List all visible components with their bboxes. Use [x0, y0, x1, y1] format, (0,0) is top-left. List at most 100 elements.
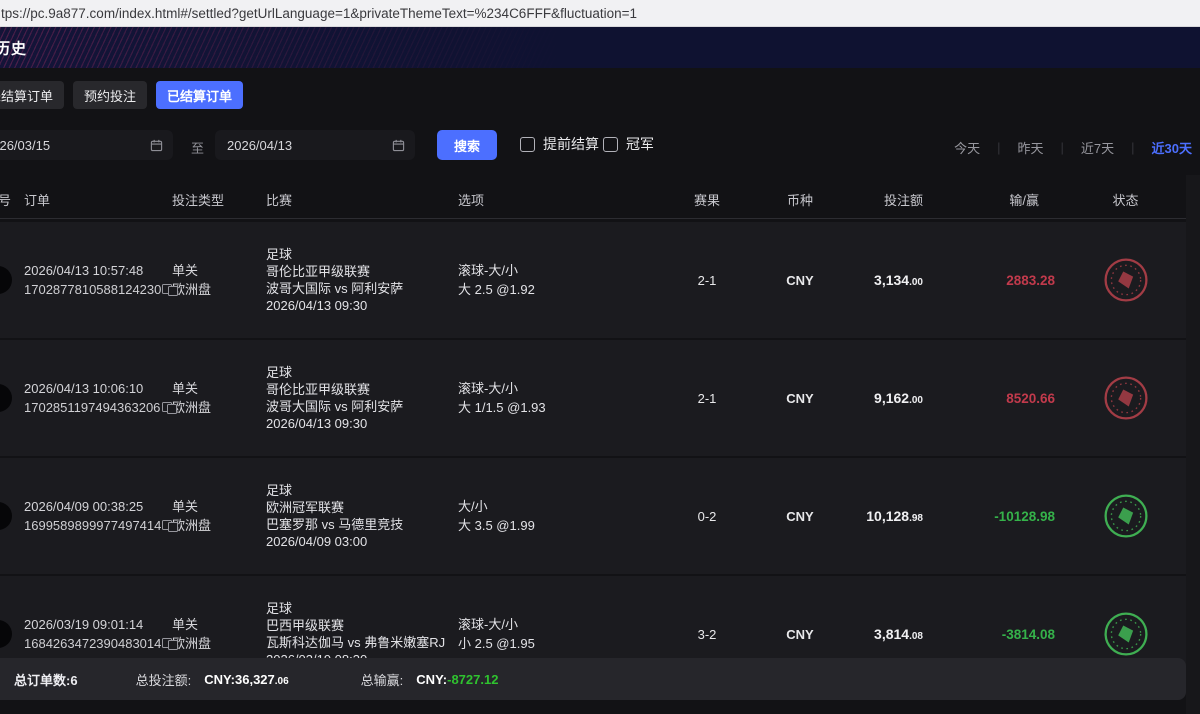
col-header-match: 比赛 — [266, 190, 458, 209]
tab-settled-orders[interactable]: 已结算订单 — [156, 81, 243, 109]
col-header-currency: 币种 — [760, 190, 840, 209]
loss-stamp-icon — [1103, 611, 1149, 657]
teams: 瓦斯科达伽马 vs 弗鲁米嫩塞RJ — [266, 634, 458, 651]
stake-amount: 9,162.00 — [840, 390, 935, 406]
expand-circle[interactable] — [0, 620, 12, 648]
order-time: 2026/04/09 00:38:25 — [24, 499, 172, 514]
total-winloss-value: CNY:-8727.12 — [416, 672, 498, 687]
col-header-status: 状态 — [1065, 190, 1186, 209]
odds-type: 欧洲盘 — [172, 280, 266, 299]
league: 欧洲冠军联赛 — [266, 499, 458, 516]
quick-link-today[interactable]: 今天 — [937, 138, 997, 157]
table-row[interactable]: 2026/04/13 10:06:10 1702851197494363206 … — [0, 340, 1186, 456]
date-from-value: 2026/03/15 — [0, 138, 50, 153]
expand-circle[interactable] — [0, 502, 12, 530]
bet-type: 单关 — [172, 261, 266, 280]
col-header-winloss: 输/赢 — [935, 190, 1065, 209]
table-row[interactable]: 2026/04/13 10:57:48 1702877810588124230 … — [0, 222, 1186, 338]
win-stamp-icon — [1103, 375, 1149, 421]
league: 哥伦比亚甲级联赛 — [266, 263, 458, 280]
checkbox-icon[interactable] — [603, 137, 618, 152]
pick: 大 2.5 @1.92 — [458, 280, 654, 299]
copy-icon[interactable] — [168, 284, 172, 296]
stake-amount: 10,128.98 — [840, 508, 935, 524]
market: 滚球-大/小 — [458, 379, 654, 398]
quick-link-7days[interactable]: 近7天 — [1064, 138, 1131, 157]
market: 滚球-大/小 — [458, 615, 654, 634]
stake-amount: 3,134.00 — [840, 272, 935, 288]
score: 3-2 — [654, 627, 760, 642]
loss-stamp-icon — [1103, 493, 1149, 539]
table-header: 单号 订单 投注类型 比赛 选项 赛果 币种 投注额 输/赢 状态 — [0, 180, 1186, 218]
col-header-option: 选项 — [458, 190, 654, 209]
calendar-icon[interactable] — [150, 139, 163, 152]
calendar-icon[interactable] — [392, 139, 405, 152]
url-text[interactable]: tps://pc.9a877.com/index.html#/settled?g… — [0, 6, 637, 21]
currency: CNY — [760, 509, 840, 524]
col-header-order: 订单 — [24, 190, 172, 209]
market: 大/小 — [458, 497, 654, 516]
champion-label: 冠军 — [626, 134, 654, 154]
table-row[interactable]: 2026/04/09 00:38:25 1699589899977497414 … — [0, 458, 1186, 574]
expand-circle[interactable] — [0, 266, 12, 294]
winloss-value: 8520.66 — [935, 391, 1065, 406]
champion-checkbox[interactable]: 冠军 — [603, 134, 654, 154]
orders-table-body: 2026/04/13 10:57:48 1702877810588124230 … — [0, 222, 1186, 694]
pick: 大 1/1.5 @1.93 — [458, 398, 654, 417]
tab-unsettled-orders[interactable]: 未结算订单 — [0, 81, 64, 109]
early-settlement-label: 提前结算 — [543, 134, 599, 154]
league: 巴西甲级联赛 — [266, 617, 458, 634]
win-stamp-icon — [1103, 257, 1149, 303]
currency: CNY — [760, 391, 840, 406]
odds-type: 欧洲盘 — [172, 398, 266, 417]
teams: 波哥大国际 vs 阿利安萨 — [266, 280, 458, 297]
sport: 足球 — [266, 364, 458, 381]
copy-icon[interactable] — [167, 402, 172, 414]
app-screen: tps://pc.9a877.com/index.html#/settled?g… — [0, 0, 1200, 714]
early-settlement-checkbox[interactable]: 提前结算 — [520, 134, 599, 154]
score: 0-2 — [654, 509, 760, 524]
copy-icon[interactable] — [168, 520, 172, 532]
order-tabs: 未结算订单 预约投注 已结算订单 — [0, 81, 243, 109]
expand-circle[interactable] — [0, 384, 12, 412]
league: 哥伦比亚甲级联赛 — [266, 381, 458, 398]
browser-url-bar[interactable]: tps://pc.9a877.com/index.html#/settled?g… — [0, 0, 1200, 27]
quick-link-30days[interactable]: 近30天 — [1135, 138, 1192, 157]
total-stake-label: 总投注额: — [136, 670, 192, 689]
odds-type: 欧洲盘 — [172, 634, 266, 653]
date-from-input[interactable]: 2026/03/15 — [0, 130, 173, 160]
odds-type: 欧洲盘 — [172, 516, 266, 535]
checkbox-icon[interactable] — [520, 137, 535, 152]
bet-type: 单关 — [172, 497, 266, 516]
total-winloss-label: 总输赢: — [361, 670, 404, 689]
match-time: 2026/04/09 03:00 — [266, 533, 458, 550]
match-time: 2026/04/13 09:30 — [266, 415, 458, 432]
score: 2-1 — [654, 273, 760, 288]
quick-link-yesterday[interactable]: 昨天 — [1001, 138, 1061, 157]
sport: 足球 — [266, 246, 458, 263]
scrollbar-track[interactable] — [1186, 175, 1200, 714]
page-title: 历史 — [0, 37, 27, 58]
stake-amount: 3,814.08 — [840, 626, 935, 642]
order-id: 1702851197494363206 — [24, 400, 160, 415]
teams: 巴塞罗那 vs 马德里竞技 — [266, 516, 458, 533]
order-id: 1699589899977497414 — [24, 518, 161, 533]
summary-bar: 总订单数:6 总投注额: CNY:36,327.06 总输赢: CNY:-872… — [0, 658, 1186, 700]
date-to-input[interactable]: 2026/04/13 — [215, 130, 415, 160]
col-header-result: 赛果 — [654, 190, 760, 209]
search-button[interactable]: 搜索 — [437, 130, 497, 160]
sport: 足球 — [266, 600, 458, 617]
match-time: 2026/04/13 09:30 — [266, 297, 458, 314]
order-time: 2026/03/19 09:01:14 — [24, 617, 172, 632]
tab-reserved-bets[interactable]: 预约投注 — [73, 81, 147, 109]
sport: 足球 — [266, 482, 458, 499]
date-range-to-label: 至 — [191, 138, 204, 157]
winloss-value: 2883.28 — [935, 273, 1065, 288]
col-header-no: 单号 — [0, 190, 11, 209]
table-header-divider — [0, 218, 1186, 219]
copy-icon[interactable] — [168, 638, 172, 650]
date-to-value: 2026/04/13 — [227, 138, 292, 153]
bet-type: 单关 — [172, 615, 266, 634]
pick: 小 2.5 @1.95 — [458, 634, 654, 653]
market: 滚球-大/小 — [458, 261, 654, 280]
